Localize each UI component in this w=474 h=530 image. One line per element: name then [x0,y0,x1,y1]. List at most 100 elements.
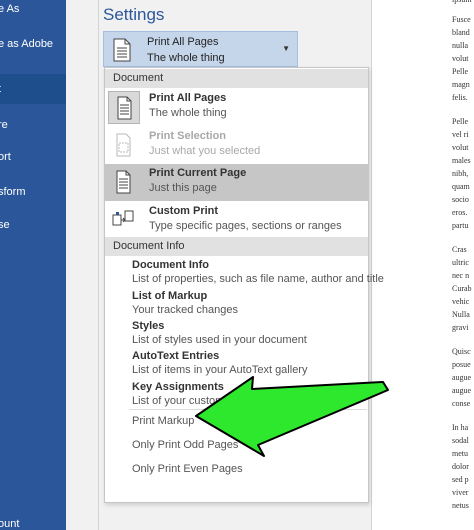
option-only-print-odd-pages[interactable]: Only Print Odd Pages [132,439,238,451]
doc-line: socio [452,195,469,204]
doc-line: nulla [452,41,468,50]
option-list-of-markup[interactable]: List of Markup Your tracked changes [132,289,368,318]
doc-line: partu [452,221,469,230]
all-pages-icon [108,91,140,124]
option-subtitle: List of items in your AutoText gallery [132,364,308,376]
doc-line: ultric [452,258,469,267]
chevron-down-icon: ▼ [282,44,290,53]
sidebar-item-print[interactable]: t [0,74,66,104]
option-title: Key Assignments [132,381,224,393]
doc-paragraph: Fusce bland nulla volut Pelle magn felis… [452,13,471,104]
menu-divider [129,409,367,410]
print-range-selector[interactable]: Print All Pages The whole thing ▼ [103,31,298,67]
sidebar-item-label: t [0,83,1,95]
sidebar-item-label: se [0,219,10,231]
backstage-sidebar: e As e as Adobe t re ort sform se ount [0,0,66,530]
option-print-markup[interactable]: Print Markup [132,415,194,427]
panel-divider [371,0,372,530]
doc-line: viver [452,488,469,497]
doc-line: In ha [452,423,469,432]
option-subtitle: List of your custom shortcut keys [132,395,293,407]
doc-line: Fusce [452,15,471,24]
doc-line: nibh, [452,169,469,178]
doc-line: ipsum [452,0,472,6]
option-subtitle: Just this page [149,182,217,194]
doc-line: vel ri [452,130,469,139]
sidebar-item-label: ount [0,518,20,530]
option-subtitle: List of properties, such as file name, a… [132,273,384,285]
settings-heading: Settings [103,5,165,24]
selection-icon [108,129,140,162]
doc-line: Curab [452,284,472,293]
selector-subtitle: The whole thing [147,52,225,64]
doc-line: bland [452,28,470,37]
doc-line: Quisc [452,347,471,356]
doc-line: augue [452,373,472,382]
custom-print-icon [108,204,140,237]
page-icon [111,38,133,67]
doc-line: males [452,156,471,165]
option-subtitle: The whole thing [149,107,227,119]
document-preview: ipsum Fusce bland nulla volut Pelle magn… [420,0,474,530]
doc-line: nec n [452,271,470,280]
doc-line: vehic [452,297,470,306]
option-subtitle: List of styles used in your document [132,334,307,346]
option-subtitle: Just what you selected [149,145,261,157]
sidebar-item-export[interactable]: ort [0,150,66,166]
option-key-assignments[interactable]: Key Assignments List of your custom shor… [132,380,368,409]
panel-divider [98,0,99,530]
doc-line: quam [452,182,470,191]
option-title: Document Info [132,259,209,271]
doc-line: volut [452,143,469,152]
doc-line: conse [452,399,471,408]
doc-line: sed p [452,475,469,484]
sidebar-item-close[interactable]: se [0,218,66,234]
doc-line: Pelle [452,117,468,126]
doc-line: gravi [452,323,469,332]
current-page-icon [108,166,140,199]
print-range-dropdown: Document Print All Pages The whole thing… [104,67,384,503]
option-title: Print Current Page [149,167,247,179]
doc-line: felis. [452,93,468,102]
doc-line: Pelle [452,67,468,76]
option-title: Styles [132,320,165,332]
sidebar-item-share[interactable]: re [0,118,66,134]
doc-line: volut [452,54,469,63]
doc-line: posue [452,360,471,369]
doc-line: sodal [452,436,469,445]
section-header-document-info: Document Info [105,237,368,256]
sidebar-item-label: e As [0,3,20,15]
sidebar-item-save-as[interactable]: e As [0,2,66,18]
selector-title: Print All Pages [147,36,219,48]
sidebar-item-label: e as Adobe [0,38,54,50]
sidebar-item-account[interactable]: ount [0,517,66,530]
section-header-document: Document [105,69,368,88]
sidebar-item-label: sform [0,186,26,198]
option-title: List of Markup [132,290,208,302]
sidebar-item-save-as-adobe[interactable]: e as Adobe [0,37,66,53]
doc-line: Nulla [452,310,470,319]
option-subtitle: Your tracked changes [132,304,238,316]
doc-line: dolor [452,462,469,471]
doc-paragraph: Pelle vel ri volut males nibh, quam soci… [452,115,471,232]
sidebar-item-label: re [0,119,8,131]
option-only-print-even-pages[interactable]: Only Print Even Pages [132,463,243,475]
doc-line: augue [452,386,472,395]
option-print-current-page[interactable]: Print Current Page Just this page [105,164,368,201]
option-subtitle: Type specific pages, sections or ranges [149,220,342,232]
option-custom-print[interactable]: Custom Print Type specific pages, sectio… [105,202,368,239]
doc-paragraph: Cras ultric nec n Curab vehic Nulla grav… [452,243,472,334]
option-title: Print Selection [149,130,227,142]
option-document-info[interactable]: Document Info List of properties, such a… [132,258,384,287]
doc-line: magn [452,80,470,89]
doc-line: Cras [452,245,467,254]
option-print-all-pages[interactable]: Print All Pages The whole thing [105,89,368,126]
sidebar-item-transform[interactable]: sform [0,185,66,201]
option-title: AutoText Entries [132,350,220,362]
option-title: Print All Pages [149,92,227,104]
option-autotext-entries[interactable]: AutoText Entries List of items in your A… [132,349,368,378]
sidebar-item-label: ort [0,151,11,163]
option-styles[interactable]: Styles List of styles used in your docum… [132,319,368,348]
doc-line: netus [452,501,469,510]
option-title: Custom Print [149,205,219,217]
